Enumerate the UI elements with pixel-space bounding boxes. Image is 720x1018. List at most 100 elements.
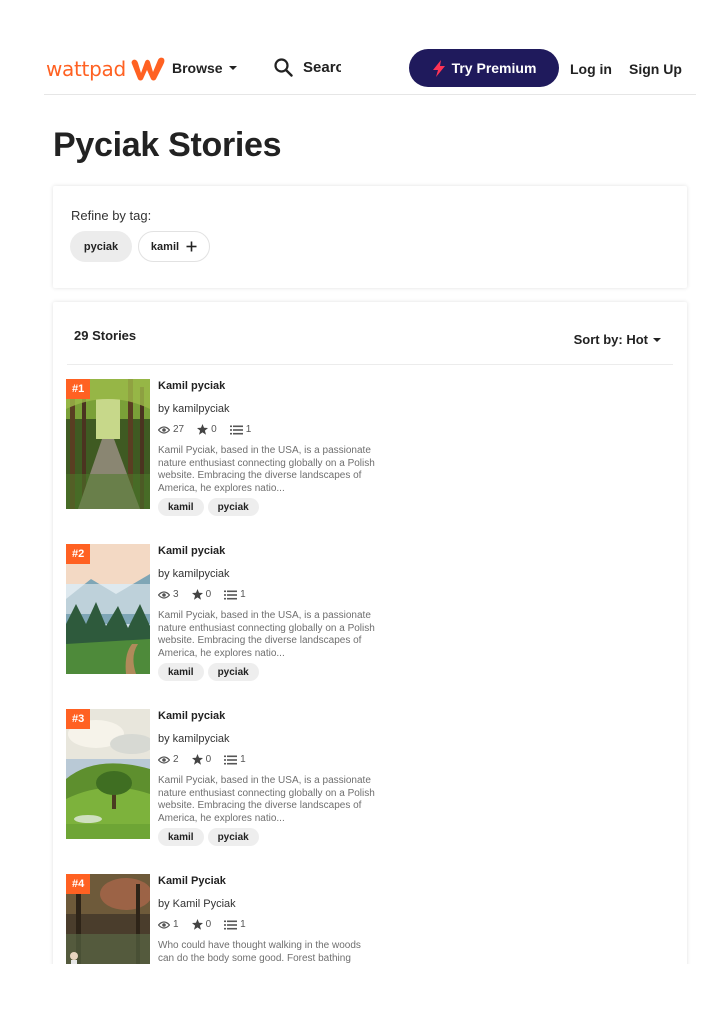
login-link[interactable]: Log in	[570, 61, 612, 77]
list-icon	[229, 425, 243, 434]
sort-label: Sort by: Hot	[573, 332, 648, 347]
story-description: Kamil Pyciak, based in the USA, is a pas…	[158, 445, 375, 494]
story-description: Kamil Pyciak, based in the USA, is a pas…	[158, 610, 375, 659]
refine-by-tag-panel: Refine by tag: pyciak kamil	[53, 186, 687, 288]
star-icon	[197, 424, 209, 435]
logo-text: wattpad	[46, 57, 126, 81]
refine-label: Refine by tag:	[71, 208, 152, 223]
story-cover-image[interactable]: #2	[66, 544, 150, 674]
story-author[interactable]: by Kamil Pyciak	[158, 898, 236, 910]
reads-count: 1	[173, 919, 179, 930]
votes-count: 0	[205, 589, 212, 600]
viewport-bottom-edge	[0, 964, 720, 1018]
parts-stat: 1	[224, 589, 246, 600]
eye-icon	[158, 755, 170, 764]
page-title: Pyciak Stories	[53, 126, 282, 164]
refine-tag-kamil[interactable]: kamil	[138, 231, 210, 262]
stories-panel: 29 Stories Sort by: Hot #1 Kamil pyciak …	[53, 302, 687, 1018]
parts-count: 1	[245, 424, 252, 435]
star-icon	[191, 589, 203, 600]
parts-count: 1	[240, 589, 246, 600]
story-stats: 3 0 1	[158, 589, 259, 600]
eye-icon	[158, 425, 170, 434]
story-tags: kamil pyciak	[158, 828, 259, 846]
search-icon[interactable]	[274, 58, 293, 77]
reads-stat: 2	[158, 754, 179, 765]
story-title[interactable]: Kamil pyciak	[158, 380, 225, 392]
reads-count: 3	[173, 589, 179, 600]
story-tag[interactable]: kamil	[158, 828, 204, 846]
refine-tag-label: kamil	[150, 240, 180, 253]
reads-count: 2	[173, 754, 179, 765]
story-author[interactable]: by kamilpyciak	[158, 733, 230, 745]
parts-stat: 1	[229, 424, 252, 435]
eye-icon	[158, 920, 170, 929]
rank-badge: #4	[66, 874, 91, 894]
try-premium-label: Try Premium	[451, 60, 537, 76]
story-count: 29 Stories	[74, 328, 137, 343]
votes-count: 0	[211, 424, 217, 435]
try-premium-button[interactable]: Try Premium	[409, 49, 559, 87]
story-tag[interactable]: pyciak	[207, 663, 259, 681]
story-stats: 27 0 1	[158, 424, 264, 435]
story-tag[interactable]: pyciak	[207, 828, 259, 846]
browse-menu[interactable]: Browse	[172, 60, 237, 76]
list-icon	[224, 755, 238, 764]
story-item[interactable]: #3 Kamil pyciak by kamilpyciak 2 0 1 Kam…	[66, 709, 386, 846]
parts-stat: 1	[224, 754, 246, 765]
eye-icon	[158, 590, 170, 599]
votes-stat: 0	[191, 754, 212, 765]
star-icon	[191, 754, 203, 765]
story-description: Kamil Pyciak, based in the USA, is a pas…	[158, 775, 375, 824]
sort-dropdown[interactable]: Sort by: Hot	[574, 332, 661, 347]
wattpad-logo[interactable]: wattpad	[46, 56, 167, 82]
plus-icon	[186, 241, 197, 252]
story-tag[interactable]: kamil	[158, 663, 204, 681]
browse-label: Browse	[172, 60, 223, 76]
list-icon	[224, 590, 238, 599]
story-author[interactable]: by kamilpyciak	[158, 568, 230, 580]
story-tags: kamil pyciak	[158, 663, 259, 681]
reads-stat: 3	[158, 589, 179, 600]
parts-count: 1	[240, 754, 246, 765]
refine-tag-pyciak[interactable]: pyciak	[70, 231, 132, 262]
site-header: wattpad Browse Try Premium Log in Sign U…	[44, 44, 696, 95]
rank-badge: #1	[66, 379, 91, 399]
lightning-bolt-icon	[432, 59, 445, 77]
story-stats: 1 0 1	[158, 919, 259, 930]
votes-count: 0	[205, 754, 212, 765]
story-tag[interactable]: pyciak	[207, 498, 259, 516]
story-cover-image[interactable]: #3	[66, 709, 150, 839]
votes-stat: 0	[191, 589, 212, 600]
caret-down-icon	[653, 337, 661, 342]
story-title[interactable]: Kamil Pyciak	[158, 875, 226, 887]
story-title[interactable]: Kamil pyciak	[158, 545, 225, 557]
refine-tag-label: pyciak	[83, 240, 119, 253]
votes-count: 0	[205, 919, 212, 930]
caret-down-icon	[228, 66, 237, 70]
story-item[interactable]: #2 Kamil pyciak by kamilpyciak 3 0 1 Kam…	[66, 544, 386, 681]
search-bar	[274, 58, 341, 77]
star-icon	[191, 919, 203, 930]
story-item[interactable]: #1 Kamil pyciak by kamilpyciak 27 0 1 Ka…	[66, 379, 386, 516]
search-input[interactable]	[303, 59, 341, 76]
story-stats: 2 0 1	[158, 754, 259, 765]
logo-w-icon	[131, 57, 165, 81]
reads-stat: 1	[158, 919, 179, 930]
story-tags: kamil pyciak	[158, 498, 259, 516]
story-tag[interactable]: kamil	[158, 498, 204, 516]
parts-stat: 1	[224, 919, 246, 930]
story-author[interactable]: by kamilpyciak	[158, 403, 230, 415]
signup-link[interactable]: Sign Up	[629, 61, 682, 77]
divider	[67, 364, 673, 365]
reads-stat: 27	[158, 424, 184, 435]
story-description: Who could have thought walking in the wo…	[158, 940, 361, 964]
story-cover-image[interactable]: #1	[66, 379, 150, 509]
rank-badge: #2	[66, 544, 91, 564]
reads-count: 27	[173, 424, 185, 435]
list-icon	[224, 920, 238, 929]
parts-count: 1	[240, 919, 246, 930]
votes-stat: 0	[191, 919, 212, 930]
votes-stat: 0	[197, 424, 217, 435]
story-title[interactable]: Kamil pyciak	[158, 710, 225, 722]
